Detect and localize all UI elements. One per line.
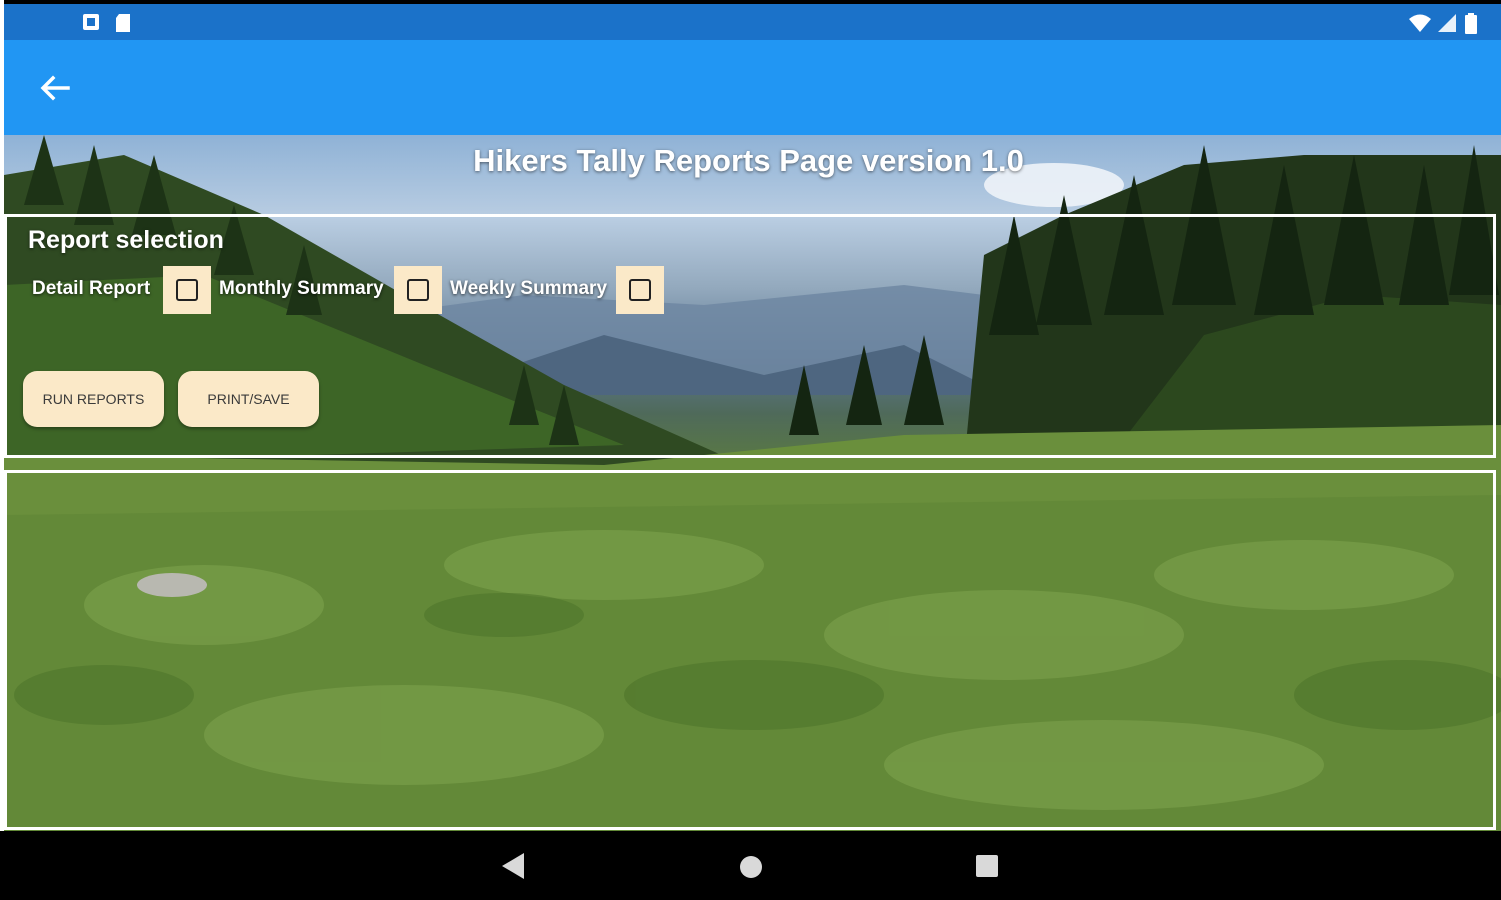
wifi-icon — [1409, 14, 1431, 32]
report-selection-heading: Report selection — [28, 226, 224, 254]
monthly-summary-label: Monthly Summary — [219, 278, 384, 299]
battery-icon — [1465, 13, 1477, 34]
report-results-panel — [4, 470, 1496, 830]
back-arrow-icon — [40, 75, 70, 101]
status-bar — [4, 4, 1501, 40]
checkbox-unchecked-icon — [629, 279, 651, 301]
nav-back-icon — [502, 853, 524, 879]
app-bar — [4, 40, 1501, 135]
monthly-summary-checkbox[interactable] — [394, 266, 442, 314]
run-reports-button[interactable]: RUN REPORTS — [23, 371, 164, 427]
screenshot-icon — [83, 14, 99, 30]
cell-signal-icon — [1438, 14, 1456, 32]
nav-home-icon — [740, 856, 762, 878]
back-button[interactable] — [34, 70, 74, 106]
sd-card-icon — [116, 14, 130, 32]
nav-back-button[interactable] — [500, 851, 526, 886]
weekly-summary-checkbox[interactable] — [616, 266, 664, 314]
weekly-summary-label: Weekly Summary — [450, 278, 608, 299]
print-save-button[interactable]: PRINT/SAVE — [178, 371, 319, 427]
checkbox-unchecked-icon — [407, 279, 429, 301]
nav-home-button[interactable] — [738, 854, 764, 885]
nav-recents-button[interactable] — [975, 854, 999, 883]
checkbox-unchecked-icon — [176, 279, 198, 301]
detail-report-label: Detail Report — [32, 278, 151, 299]
detail-report-checkbox[interactable] — [163, 266, 211, 314]
system-navigation-bar — [0, 831, 1501, 900]
nav-recents-icon — [976, 855, 998, 877]
page-title: Hikers Tally Reports Page version 1.0 — [473, 143, 1024, 178]
